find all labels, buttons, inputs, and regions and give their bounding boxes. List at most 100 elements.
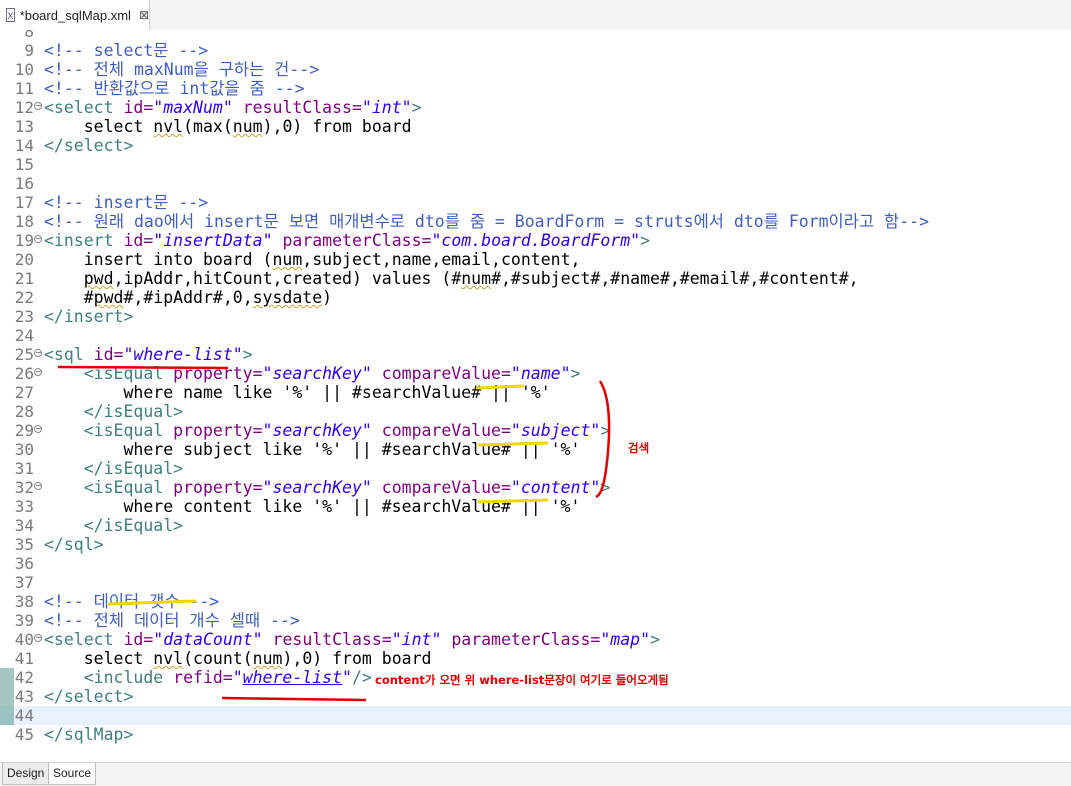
code-line[interactable]: 12− <select id="maxNum" resultClass="int"… xyxy=(0,98,1071,117)
code-line[interactable]: 16 xyxy=(0,174,1071,193)
line-number: 12 xyxy=(14,98,34,117)
code-line[interactable]: 45 </sqlMap> xyxy=(0,725,1071,744)
code-line[interactable]: 26− <isEqual property="searchKey" compar… xyxy=(0,364,1071,383)
code-line[interactable]: 24 xyxy=(0,326,1071,345)
code-line[interactable]: 17 <!-- insert문 --> xyxy=(0,193,1071,212)
code-line[interactable]: 15 xyxy=(0,155,1071,174)
line-number: 44 xyxy=(14,706,34,725)
code-line[interactable]: 28 </isEqual> xyxy=(0,402,1071,421)
code-line[interactable]: 35 </sql> xyxy=(0,535,1071,554)
line-number: 25 xyxy=(14,345,34,364)
code-text: <!-- 반환값으로 int값을 줌 --> xyxy=(44,79,305,98)
code-line[interactable]: 36 xyxy=(0,554,1071,573)
line-number: 14 xyxy=(14,136,34,155)
code-line[interactable]: 38 <!-- 데이터 갯수 --> xyxy=(0,592,1071,611)
line-number: 10 xyxy=(14,60,34,79)
xml-file-icon: X xyxy=(6,8,15,22)
code-line[interactable]: 13 select nvl(max(num),0) from board xyxy=(0,117,1071,136)
code-line[interactable]: 20 insert into board (num,subject,name,e… xyxy=(0,250,1071,269)
fold-toggle-icon[interactable]: − xyxy=(34,368,42,376)
code-text: </isEqual> xyxy=(44,516,184,535)
code-line[interactable]: 10 <!-- 전체 maxNum을 구하는 건--> xyxy=(0,60,1071,79)
fold-toggle-icon[interactable]: − xyxy=(34,102,42,110)
code-line[interactable]: 18 <!-- 원래 dao에서 insert문 보면 매개변수로 dto를 줌 … xyxy=(0,212,1071,231)
code-line[interactable]: 34 </isEqual> xyxy=(0,516,1071,535)
line-number: 29 xyxy=(14,421,34,440)
tab-source[interactable]: Source xyxy=(48,763,97,785)
code-line[interactable]: 32− <isEqual property="searchKey" compar… xyxy=(0,478,1071,497)
code-text: <isEqual property="searchKey" compareVal… xyxy=(44,421,611,440)
code-text: <!-- 전체 데이터 개수 셀때 --> xyxy=(44,611,300,630)
tab-design[interactable]: Design xyxy=(2,763,50,785)
line-number: 27 xyxy=(14,383,34,402)
code-line[interactable]: 23 </insert> xyxy=(0,307,1071,326)
code-text: </sql> xyxy=(44,535,104,554)
line-number: 20 xyxy=(14,250,34,269)
line-number: 33 xyxy=(14,497,34,516)
line-number: 22 xyxy=(14,288,34,307)
code-text: where name like '%' || #searchValue# || … xyxy=(44,383,551,402)
editor-tab-bar: X *board_sqlMap.xml ⊠ xyxy=(0,0,1071,31)
line-number: 11 xyxy=(14,79,34,98)
code-line[interactable]: 41 select nvl(count(num),0) from board xyxy=(0,649,1071,668)
line-number: 18 xyxy=(14,212,34,231)
line-number: 43 xyxy=(14,687,34,706)
code-line[interactable]: 43 </select> xyxy=(0,687,1071,706)
line-number: 41 xyxy=(14,649,34,668)
code-text: where subject like '%' || #searchValue# … xyxy=(44,440,581,459)
code-text: <include refid="where-list"/> xyxy=(44,668,372,687)
code-line[interactable]: 39 <!-- 전체 데이터 개수 셀때 --> xyxy=(0,611,1071,630)
code-text: where content like '%' || #searchValue# … xyxy=(44,497,581,516)
code-line[interactable]: 9 <!-- select문 --> xyxy=(0,41,1071,60)
fold-toggle-icon[interactable]: − xyxy=(34,425,42,433)
line-number: 24 xyxy=(14,326,34,345)
include-annotation-note: content가 오면 위 where-list문장이 여기로 들어오게됨 xyxy=(375,673,669,687)
line-number: 35 xyxy=(14,535,34,554)
code-line[interactable]: 40− <select id="dataCount" resultClass="i… xyxy=(0,630,1071,649)
code-line[interactable]: 37 xyxy=(0,573,1071,592)
tab-title: *board_sqlMap.xml xyxy=(19,7,131,23)
line-number: 40 xyxy=(14,630,34,649)
fold-toggle-icon[interactable]: − xyxy=(34,482,42,490)
code-text: <sql id="where-list"> xyxy=(44,345,253,364)
line-number: 8 xyxy=(24,30,34,41)
code-text: <isEqual property="searchKey" compareVal… xyxy=(44,478,611,497)
line-number: 21 xyxy=(14,269,34,288)
line-number: 31 xyxy=(14,459,34,478)
line-number: 15 xyxy=(14,155,34,174)
fold-toggle-icon[interactable]: − xyxy=(34,235,42,243)
code-line[interactable]: 31 </isEqual> xyxy=(0,459,1071,478)
code-text: </select> xyxy=(44,687,134,706)
code-editor[interactable]: 8 9 <!-- select문 --> 10 <!-- 전체 maxNum을 구하는 … xyxy=(0,30,1071,762)
code-text: pwd,ipAddr,hitCount,created) values (#nu… xyxy=(83,269,859,288)
code-line[interactable]: 11 <!-- 반환값으로 int값을 줌 --> xyxy=(0,79,1071,98)
line-number: 30 xyxy=(14,440,34,459)
close-icon[interactable]: ⊠ xyxy=(139,8,149,22)
code-line[interactable]: 21 pwd,ipAddr,hitCount,created) values (… xyxy=(0,269,1071,288)
code-line[interactable]: 29− <isEqual property="searchKey" compar… xyxy=(0,421,1071,440)
code-text: <!-- 전체 maxNum을 구하는 건--> xyxy=(44,60,320,79)
fold-toggle-icon[interactable]: − xyxy=(34,349,42,357)
code-line[interactable]: 8 xyxy=(0,30,1071,41)
line-number: 17 xyxy=(14,193,34,212)
code-text: </insert> xyxy=(44,307,134,326)
code-line[interactable]: 33 where content like '%' || #searchValu… xyxy=(0,497,1071,516)
search-annotation-label: 검색 xyxy=(628,441,650,455)
code-line[interactable]: 44 xyxy=(0,706,1071,725)
code-line[interactable]: 22 #pwd#,#ipAddr#,0,sysdate) xyxy=(0,288,1071,307)
code-line[interactable]: 19− <insert id="insertData" parameterClas… xyxy=(0,231,1071,250)
code-text: select nvl(count(num),0) from board xyxy=(44,649,432,668)
code-line[interactable]: 27 where name like '%' || #searchValue# … xyxy=(0,383,1071,402)
editor-mode-tabs: Design Source xyxy=(0,762,1071,786)
code-line[interactable]: 25− <sql id="where-list"> xyxy=(0,345,1071,364)
code-text: <!-- select문 --> xyxy=(44,41,209,60)
code-line[interactable]: 14 </select> xyxy=(0,136,1071,155)
fold-toggle-icon[interactable]: − xyxy=(34,634,42,642)
code-text: </isEqual> xyxy=(44,459,184,478)
code-text: <select id="dataCount" resultClass="int"… xyxy=(44,630,660,649)
code-line[interactable]: 30 where subject like '%' || #searchValu… xyxy=(0,440,1071,459)
code-text: </isEqual> xyxy=(44,402,184,421)
tab-board-sqlmap[interactable]: X *board_sqlMap.xml ⊠ xyxy=(0,0,150,30)
code-text: <!-- 데이터 갯수 --> xyxy=(44,592,220,611)
line-number: 26 xyxy=(14,364,34,383)
